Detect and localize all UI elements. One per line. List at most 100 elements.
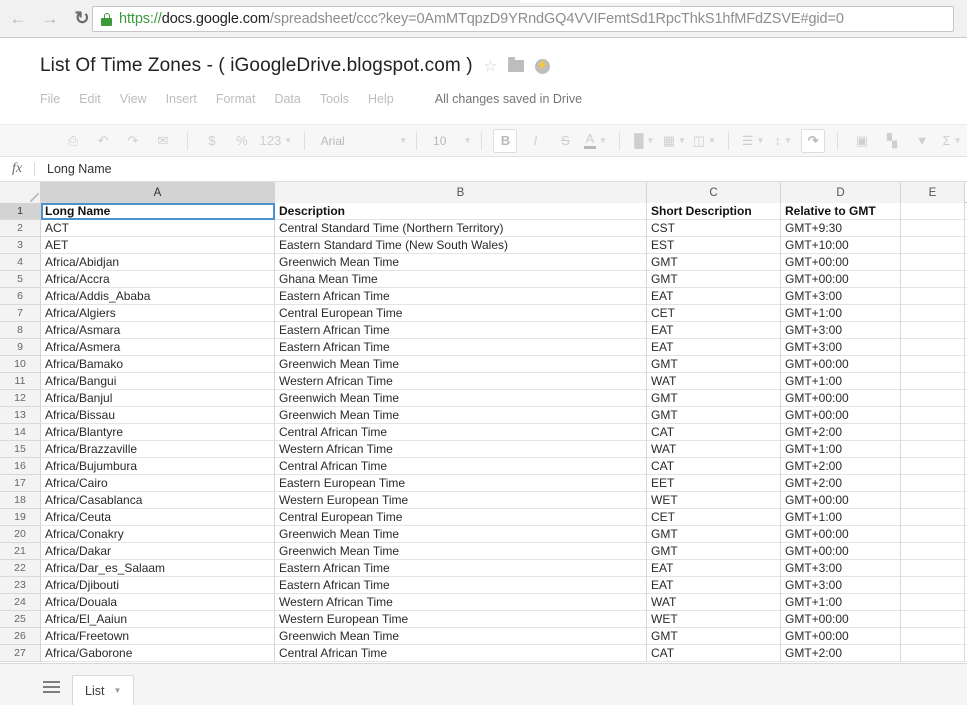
row-header-11[interactable]: 11 xyxy=(0,373,41,390)
cell-D10[interactable]: GMT+00:00 xyxy=(781,356,901,373)
row-header-24[interactable]: 24 xyxy=(0,594,41,611)
cell-B15[interactable]: Western African Time xyxy=(275,441,647,458)
select-all-corner[interactable] xyxy=(0,182,41,203)
folder-icon[interactable] xyxy=(508,57,525,72)
cell-B3[interactable]: Eastern Standard Time (New South Wales) xyxy=(275,237,647,254)
comment-icon[interactable]: ▣ xyxy=(850,129,874,153)
fill-color-icon[interactable]: █ ▼ xyxy=(632,129,656,153)
cell-E22[interactable] xyxy=(901,560,965,577)
cell-C9[interactable]: EAT xyxy=(647,339,781,356)
row-header-18[interactable]: 18 xyxy=(0,492,41,509)
column-header-a[interactable]: A xyxy=(41,182,275,203)
row-header-14[interactable]: 14 xyxy=(0,424,41,441)
cell-A15[interactable]: Africa/Brazzaville xyxy=(41,441,275,458)
cell-B27[interactable]: Central African Time xyxy=(275,645,647,662)
cell-D2[interactable]: GMT+9:30 xyxy=(781,220,901,237)
cell-D25[interactable]: GMT+00:00 xyxy=(781,611,901,628)
cell-B14[interactable]: Central African Time xyxy=(275,424,647,441)
bold-button[interactable]: B xyxy=(493,128,518,153)
cell-B25[interactable]: Western European Time xyxy=(275,611,647,628)
cell-C10[interactable]: GMT xyxy=(647,356,781,373)
cell-A20[interactable]: Africa/Conakry xyxy=(41,526,275,543)
menu-format[interactable]: Format xyxy=(216,92,256,106)
vertical-align-icon[interactable]: ↕ ▼ xyxy=(771,129,795,153)
cell-E23[interactable] xyxy=(901,577,965,594)
cell-B12[interactable]: Greenwich Mean Time xyxy=(275,390,647,407)
menu-edit[interactable]: Edit xyxy=(79,92,101,106)
cell-B24[interactable]: Western African Time xyxy=(275,594,647,611)
currency-format-button[interactable]: $ xyxy=(200,129,224,153)
cell-E7[interactable] xyxy=(901,305,965,322)
cell-B18[interactable]: Western European Time xyxy=(275,492,647,509)
cell-B11[interactable]: Western African Time xyxy=(275,373,647,390)
row-header-16[interactable]: 16 xyxy=(0,458,41,475)
cell-C21[interactable]: GMT xyxy=(647,543,781,560)
cell-D16[interactable]: GMT+2:00 xyxy=(781,458,901,475)
cell-C2[interactable]: CST xyxy=(647,220,781,237)
row-header-15[interactable]: 15 xyxy=(0,441,41,458)
cell-D26[interactable]: GMT+00:00 xyxy=(781,628,901,645)
cell-A4[interactable]: Africa/Abidjan xyxy=(41,254,275,271)
row-header-4[interactable]: 4 xyxy=(0,254,41,271)
cell-A11[interactable]: Africa/Bangui xyxy=(41,373,275,390)
undo-icon[interactable]: ↶ xyxy=(91,129,115,153)
row-header-20[interactable]: 20 xyxy=(0,526,41,543)
cell-B2[interactable]: Central Standard Time (Northern Territor… xyxy=(275,220,647,237)
cell-B20[interactable]: Greenwich Mean Time xyxy=(275,526,647,543)
row-header-27[interactable]: 27 xyxy=(0,645,41,662)
filter-icon[interactable]: ▼ xyxy=(910,129,934,153)
star-icon[interactable]: ☆ xyxy=(484,57,497,75)
cell-B13[interactable]: Greenwich Mean Time xyxy=(275,407,647,424)
column-header-b[interactable]: B xyxy=(275,182,647,203)
column-header-e[interactable]: E xyxy=(901,182,965,203)
cell-C7[interactable]: CET xyxy=(647,305,781,322)
cell-E12[interactable] xyxy=(901,390,965,407)
insert-chart-icon[interactable]: ▚ xyxy=(880,129,904,153)
cell-B23[interactable]: Eastern African Time xyxy=(275,577,647,594)
cell-D22[interactable]: GMT+3:00 xyxy=(781,560,901,577)
cell-C17[interactable]: EET xyxy=(647,475,781,492)
cell-B16[interactable]: Central African Time xyxy=(275,458,647,475)
row-header-3[interactable]: 3 xyxy=(0,237,41,254)
row-header-25[interactable]: 25 xyxy=(0,611,41,628)
cell-D14[interactable]: GMT+2:00 xyxy=(781,424,901,441)
cell-C24[interactable]: WAT xyxy=(647,594,781,611)
row-header-5[interactable]: 5 xyxy=(0,271,41,288)
cell-D1[interactable]: Relative to GMT xyxy=(781,203,901,220)
number-format-button[interactable]: 123 ▼ xyxy=(260,129,293,153)
page-title[interactable]: List Of Time Zones - ( iGoogleDrive.blog… xyxy=(40,55,473,77)
chevron-down-icon[interactable]: ▼ xyxy=(113,686,121,695)
cell-A26[interactable]: Africa/Freetown xyxy=(41,628,275,645)
cell-A24[interactable]: Africa/Douala xyxy=(41,594,275,611)
text-wrap-icon[interactable]: ↷ xyxy=(801,128,826,153)
cell-C25[interactable]: WET xyxy=(647,611,781,628)
cell-E19[interactable] xyxy=(901,509,965,526)
font-family-select[interactable]: Arial ▼ xyxy=(314,130,408,152)
cell-E21[interactable] xyxy=(901,543,965,560)
cell-A5[interactable]: Africa/Accra xyxy=(41,271,275,288)
cell-E18[interactable] xyxy=(901,492,965,509)
cell-E4[interactable] xyxy=(901,254,965,271)
row-header-9[interactable]: 9 xyxy=(0,339,41,356)
horizontal-align-icon[interactable]: ☰ ▼ xyxy=(741,129,765,153)
cell-B22[interactable]: Eastern African Time xyxy=(275,560,647,577)
cell-D5[interactable]: GMT+00:00 xyxy=(781,271,901,288)
cell-A14[interactable]: Africa/Blantyre xyxy=(41,424,275,441)
cell-B7[interactable]: Central European Time xyxy=(275,305,647,322)
cell-C27[interactable]: CAT xyxy=(647,645,781,662)
cell-C5[interactable]: GMT xyxy=(647,271,781,288)
cell-E10[interactable] xyxy=(901,356,965,373)
cell-D15[interactable]: GMT+1:00 xyxy=(781,441,901,458)
cell-E8[interactable] xyxy=(901,322,965,339)
cell-D3[interactable]: GMT+10:00 xyxy=(781,237,901,254)
cell-E20[interactable] xyxy=(901,526,965,543)
cell-C12[interactable]: GMT xyxy=(647,390,781,407)
column-header-d[interactable]: D xyxy=(781,182,901,203)
cell-A7[interactable]: Africa/Algiers xyxy=(41,305,275,322)
functions-sigma-icon[interactable]: Σ ▼ xyxy=(940,129,964,153)
cell-C22[interactable]: EAT xyxy=(647,560,781,577)
cell-E15[interactable] xyxy=(901,441,965,458)
cell-A25[interactable]: Africa/El_Aaiun xyxy=(41,611,275,628)
cell-A13[interactable]: Africa/Bissau xyxy=(41,407,275,424)
cell-C16[interactable]: CAT xyxy=(647,458,781,475)
